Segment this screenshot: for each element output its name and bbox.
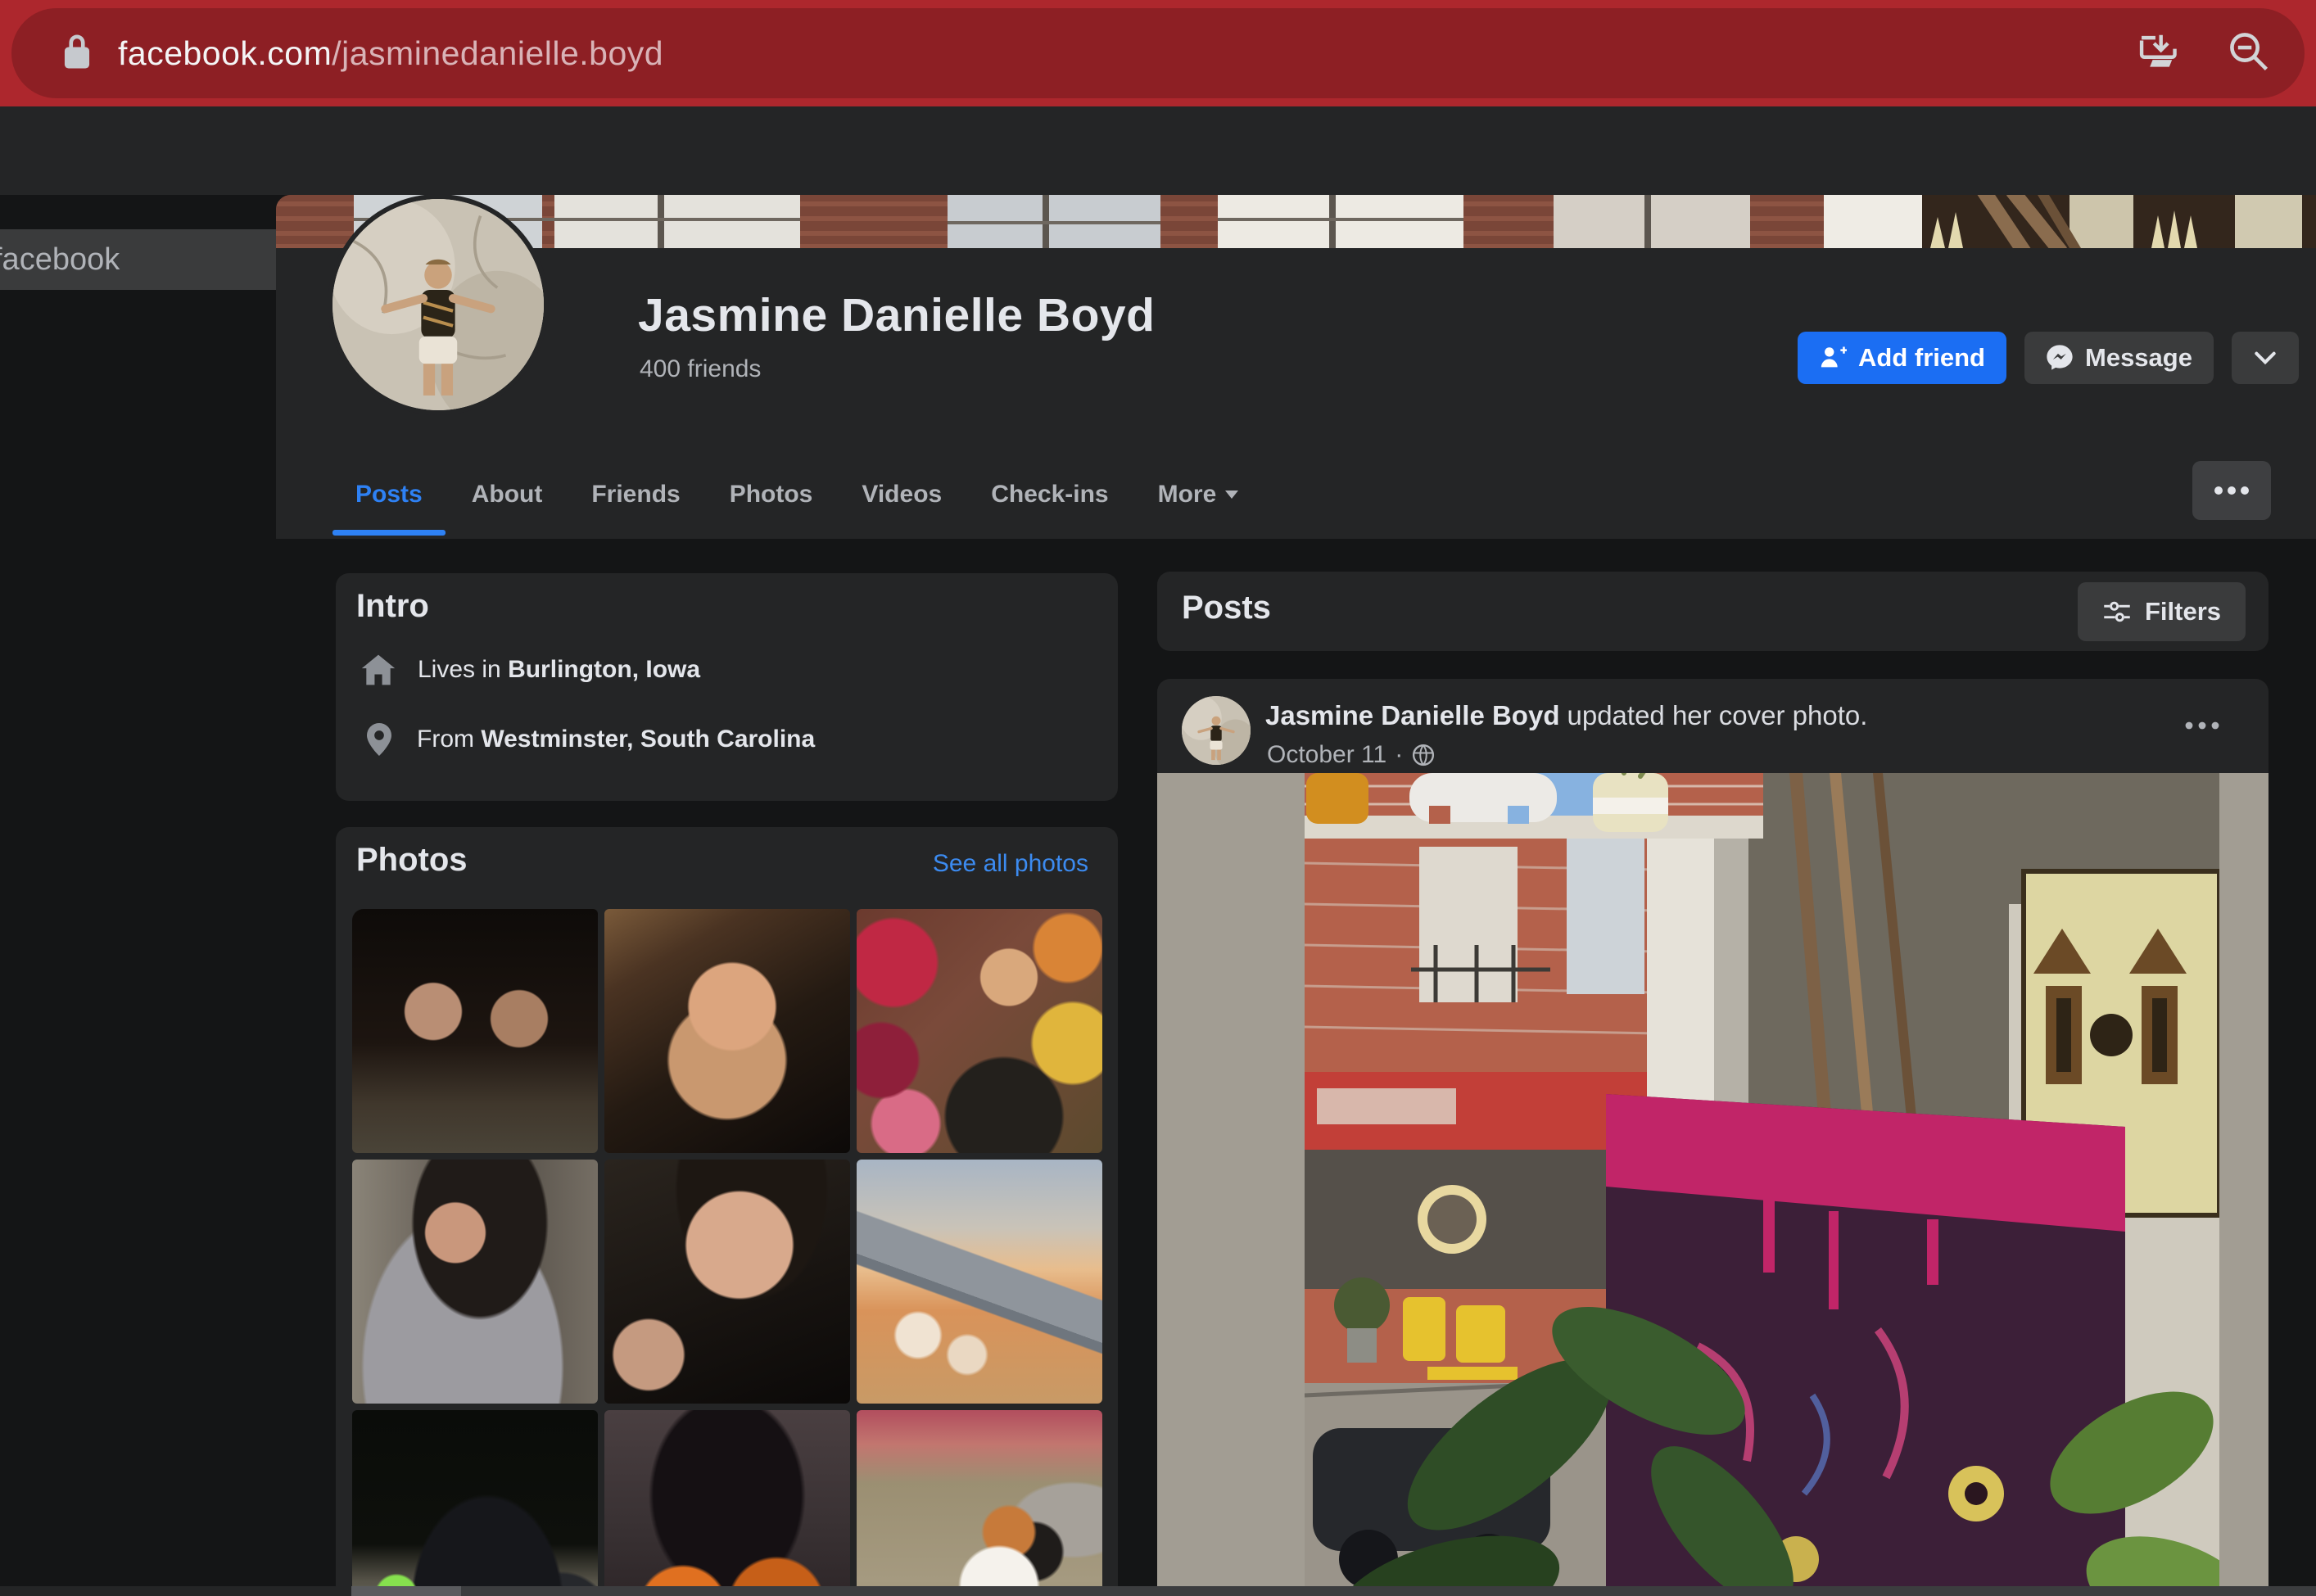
- post-options-button[interactable]: [2174, 703, 2231, 748]
- add-friend-button[interactable]: Add friend: [1798, 332, 2006, 384]
- see-all-photos-link[interactable]: See all photos: [933, 850, 1088, 878]
- posts-title: Posts: [1182, 590, 1271, 626]
- photo-grid: [352, 909, 1102, 1596]
- posts-header-card: Posts Filters: [1157, 572, 2269, 651]
- post-author-name[interactable]: Jasmine Danielle Boyd: [1265, 700, 1559, 730]
- photo-thumbnail[interactable]: [604, 1160, 850, 1404]
- photos-card: Photos See all photos: [336, 827, 1118, 1596]
- chevron-down-icon: [2252, 345, 2278, 371]
- tab-photos[interactable]: Photos: [705, 465, 838, 524]
- profile-tabs: Posts About Friends Photos Videos Check-…: [331, 465, 1264, 539]
- caret-down-icon: [1224, 490, 1239, 500]
- more-actions-button[interactable]: [2232, 332, 2299, 384]
- lives-in-location: Burlington, Iowa: [508, 656, 700, 683]
- post-image-content: [1305, 773, 2219, 1596]
- tab-check-ins[interactable]: Check-ins: [966, 465, 1133, 524]
- tab-about[interactable]: About: [447, 465, 568, 524]
- friends-count-link[interactable]: 400 friends: [640, 355, 761, 383]
- ellipsis-icon: [2213, 485, 2250, 496]
- photo-thumbnail[interactable]: [604, 1410, 850, 1596]
- tab-more[interactable]: More: [1133, 465, 1264, 524]
- photos-title: Photos: [356, 842, 468, 879]
- browser-window: facebook.com/jasminedanielle.boyd facebo…: [0, 0, 2316, 1596]
- facebook-top-nav: facebook: [0, 106, 2316, 195]
- post-meta: October 11 ·: [1267, 741, 1436, 769]
- intro-lives-in: Lives in Burlington, Iowa: [360, 652, 700, 688]
- location-pin-icon: [363, 721, 396, 757]
- from-location: Westminster, South Carolina: [481, 726, 815, 753]
- intro-title: Intro: [356, 588, 429, 625]
- filters-label: Filters: [2145, 597, 2221, 626]
- url-text: facebook.com/jasminedanielle.boyd: [118, 34, 663, 73]
- horizontal-scrollbar[interactable]: [0, 1586, 2316, 1596]
- post-action-text: updated her cover photo.: [1567, 700, 1867, 730]
- post-image[interactable]: [1157, 773, 2269, 1596]
- search-value: facebook: [0, 242, 120, 278]
- post-author-avatar[interactable]: [1182, 696, 1251, 765]
- intro-from: From Westminster, South Carolina: [363, 721, 815, 757]
- add-friend-label: Add friend: [1858, 343, 1985, 373]
- photo-thumbnail[interactable]: [857, 1160, 1102, 1404]
- photo-thumbnail[interactable]: [857, 1410, 1102, 1596]
- messenger-icon: [2046, 344, 2074, 372]
- post-card: Jasmine Danielle Boyd updated her cover p…: [1157, 679, 2269, 1596]
- photo-thumbnail[interactable]: [352, 1160, 598, 1404]
- photo-thumbnail[interactable]: [352, 909, 598, 1153]
- filters-button[interactable]: Filters: [2078, 582, 2246, 641]
- facebook-search-input[interactable]: facebook: [0, 229, 311, 290]
- ssl-lock-icon[interactable]: [59, 30, 95, 77]
- post-date[interactable]: October 11: [1267, 741, 1386, 769]
- url-host: facebook.com: [118, 34, 332, 72]
- photo-thumbnail[interactable]: [604, 909, 850, 1153]
- message-button[interactable]: Message: [2024, 332, 2214, 384]
- house-icon: [360, 652, 396, 688]
- profile-picture[interactable]: [328, 194, 549, 415]
- profile-more-options-button[interactable]: [2192, 461, 2271, 520]
- photo-thumbnail[interactable]: [857, 909, 1102, 1153]
- horizontal-scrollbar-thumb[interactable]: [351, 1586, 461, 1596]
- filters-icon: [2102, 597, 2132, 626]
- url-bar[interactable]: facebook.com/jasminedanielle.boyd: [11, 8, 2305, 98]
- globe-icon: [1411, 743, 1436, 767]
- browser-address-bar: facebook.com/jasminedanielle.boyd: [0, 0, 2316, 106]
- tab-posts[interactable]: Posts: [331, 465, 447, 524]
- person-plus-icon: [1819, 344, 1847, 372]
- message-label: Message: [2085, 343, 2192, 373]
- url-path: /jasminedanielle.boyd: [332, 34, 663, 72]
- zoom-out-icon[interactable]: [2226, 29, 2272, 79]
- save-page-icon[interactable]: [2136, 29, 2183, 78]
- photo-thumbnail[interactable]: [352, 1410, 598, 1596]
- post-byline: Jasmine Danielle Boyd updated her cover p…: [1265, 700, 1867, 731]
- profile-name: Jasmine Danielle Boyd: [638, 288, 1155, 342]
- cover-photo[interactable]: [276, 195, 2316, 248]
- tab-friends[interactable]: Friends: [567, 465, 704, 524]
- ellipsis-icon: [2184, 721, 2220, 730]
- tab-videos[interactable]: Videos: [837, 465, 966, 524]
- profile-actions: Add friend Message: [1798, 332, 2299, 384]
